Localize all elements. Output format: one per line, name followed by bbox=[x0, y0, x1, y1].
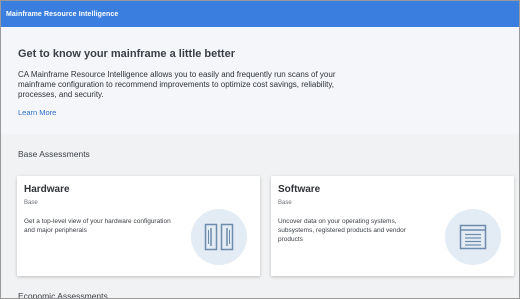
intro-banner: Get to know your mainframe a little bett… bbox=[1, 27, 519, 134]
card-subtitle: Base bbox=[24, 200, 38, 206]
software-card[interactable]: Software Base Uncover data on your opera… bbox=[271, 176, 514, 276]
learn-more-link[interactable]: Learn More bbox=[18, 108, 56, 117]
card-description: Get a top-level view of your hardware co… bbox=[24, 218, 171, 234]
intro-description: CA Mainframe Resource Intelligence allow… bbox=[18, 70, 336, 99]
base-assessments-heading: Base Assessments bbox=[18, 149, 90, 159]
economic-assessments-heading: Economic Assessments bbox=[18, 291, 108, 299]
hardware-card[interactable]: Hardware Base Get a top-level view of yo… bbox=[17, 176, 260, 276]
assessment-cards: Hardware Base Get a top-level view of yo… bbox=[1, 176, 519, 276]
card-subtitle: Base bbox=[278, 200, 292, 206]
intro-heading: Get to know your mainframe a little bett… bbox=[18, 48, 235, 60]
software-icon bbox=[445, 209, 501, 265]
card-description: Uncover data on your operating systems, … bbox=[278, 218, 406, 243]
app-title: Mainframe Resource Intelligence bbox=[6, 10, 119, 18]
card-title: Software bbox=[278, 184, 321, 195]
app-window: Mainframe Resource Intelligence Get to k… bbox=[0, 0, 520, 299]
card-title: Hardware bbox=[24, 184, 70, 195]
hardware-icon bbox=[191, 209, 247, 265]
top-bar: Mainframe Resource Intelligence bbox=[1, 1, 519, 27]
